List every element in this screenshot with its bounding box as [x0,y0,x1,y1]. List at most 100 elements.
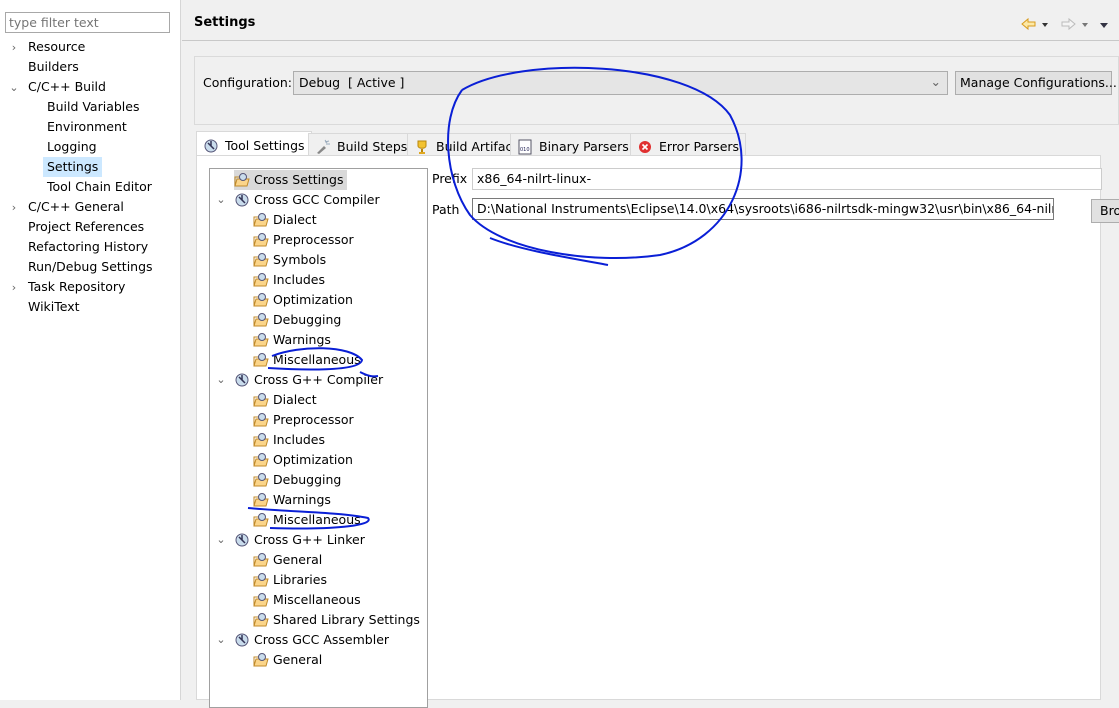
tree-item[interactable]: Warnings [253,330,331,350]
tree-item[interactable]: Preprocessor [253,230,354,250]
tab-build-steps[interactable]: Build Steps [308,133,415,156]
tree-item[interactable]: Optimization [253,450,353,470]
tree-item[interactable]: Cross GCC Compiler [234,190,380,210]
option-folder-icon [253,572,269,588]
build-steps-icon [315,139,331,155]
tree-item[interactable]: Miscellaneous [253,590,361,610]
path-label: Path [432,202,460,217]
tree-item-label: General [273,552,323,567]
chevron-down-icon[interactable]: ⌄ [8,81,20,94]
sidebar-item[interactable]: Builders [28,57,79,77]
tree-item[interactable]: Miscellaneous [253,350,361,370]
option-folder-icon [253,252,269,268]
tree-item[interactable]: Libraries [253,570,327,590]
tree-item[interactable]: Cross Settings [234,170,347,190]
view-menu-icon[interactable] [1100,23,1108,28]
tree-item-label: Includes [273,272,326,287]
option-folder-icon [253,272,269,288]
tree-item-label: Shared Library Settings [273,612,420,627]
tree-item-label: Cross G++ Linker [254,532,365,547]
manage-configurations-button[interactable]: Manage Configurations... [955,71,1117,95]
tab-tool-settings[interactable]: Tool Settings [196,131,312,156]
back-dropdown-icon[interactable] [1042,23,1048,27]
tree-item[interactable]: Optimization [253,290,353,310]
path-input[interactable]: D:\National Instruments\Eclipse\14.0\x64… [472,198,1054,220]
sidebar-item[interactable]: Build Variables [47,97,139,117]
chevron-down-icon[interactable]: ⌄ [215,373,227,386]
chevron-down-icon[interactable]: ⌄ [215,193,227,206]
chevron-down-icon: ⌄ [930,74,941,89]
tree-item-label: Includes [273,432,326,447]
tree-item[interactable]: Cross GCC Assembler [234,630,389,650]
tool-settings-icon [203,138,219,154]
configuration-value: Debug [ Active ] [299,75,405,90]
tool-icon [234,192,250,208]
tree-item[interactable]: General [253,550,322,570]
sidebar-item[interactable]: C/C++ Build [28,77,106,97]
tree-item[interactable]: Cross G++ Linker [234,530,365,550]
tab-label: Build Steps [337,139,408,154]
forward-arrow-icon[interactable] [1061,17,1076,31]
tree-item[interactable]: Preprocessor [253,410,354,430]
tree-item-label: Preprocessor [273,232,354,247]
tree-item[interactable]: Includes [253,270,325,290]
chevron-right-icon[interactable]: › [8,41,20,54]
sidebar-item[interactable]: Environment [47,117,127,137]
tool-tree[interactable]: Cross Settings ⌄ Cross GCC Compiler Dialect… [209,168,428,708]
tree-item[interactable]: Dialect [253,390,317,410]
history-nav [1021,17,1108,31]
tab-build-artifact[interactable]: Build Artifact [407,133,525,156]
configuration-select[interactable]: Debug [ Active ] ⌄ [293,71,948,95]
browse-button[interactable]: Bro [1091,199,1119,223]
tree-item-label: Optimization [273,452,353,467]
tree-item[interactable]: Shared Library Settings [253,610,420,630]
chevron-down-icon[interactable]: ⌄ [215,533,227,546]
option-folder-icon [253,512,269,528]
error-icon [637,139,653,155]
tree-item[interactable]: Cross G++ Compiler [234,370,383,390]
sidebar-item[interactable]: Run/Debug Settings [28,257,153,277]
chevron-right-icon[interactable]: › [8,281,20,294]
chevron-down-icon[interactable]: ⌄ [215,633,227,646]
tree-item[interactable]: Includes [253,430,325,450]
sidebar-item[interactable]: WikiText [28,297,80,317]
tree-item[interactable]: Symbols [253,250,326,270]
back-arrow-icon[interactable] [1021,17,1036,31]
tree-item-label: Dialect [273,392,317,407]
configuration-label: Configuration: [203,75,292,90]
forward-dropdown-icon[interactable] [1082,23,1088,27]
prefix-label: Prefix [432,171,468,186]
tree-item-label: Miscellaneous [273,592,361,607]
sidebar-item[interactable]: Task Repository [28,277,125,297]
sidebar-item[interactable]: Tool Chain Editor [47,177,152,197]
prefix-input[interactable]: x86_64-nilrt-linux- [472,168,1102,190]
tab-binary-parsers[interactable]: 010 Binary Parsers [510,133,636,156]
tree-item-label: Miscellaneous [273,352,361,367]
tab-label: Build Artifact [436,139,518,154]
binary-icon: 010 [517,139,533,155]
tree-item[interactable]: Debugging [253,310,341,330]
sidebar-item[interactable]: Refactoring History [28,237,148,257]
sidebar-item[interactable]: Logging [47,137,97,157]
tree-item[interactable]: Warnings [253,490,331,510]
filter-input[interactable] [5,12,170,33]
option-folder-icon [253,232,269,248]
tree-item-label: Cross GCC Assembler [254,632,390,647]
tab-error-parsers[interactable]: Error Parsers [630,133,747,156]
tree-item[interactable]: Miscellaneous [253,510,361,530]
chevron-right-icon[interactable]: › [8,201,20,214]
option-folder-icon [253,352,269,368]
option-folder-icon [253,612,269,628]
tree-item-label: Warnings [273,332,331,347]
sidebar-item[interactable]: Resource [28,37,85,57]
tool-icon [234,632,250,648]
option-folder-icon [253,392,269,408]
tree-item[interactable]: Dialect [253,210,317,230]
sidebar-item[interactable]: C/C++ General [28,197,124,217]
sidebar-item[interactable]: Project References [28,217,144,237]
sidebar-item[interactable]: Settings [43,157,103,177]
tree-item-label: General [273,652,323,667]
tree-item[interactable]: Debugging [253,470,341,490]
tree-item[interactable]: General [253,650,322,670]
option-folder-icon [234,172,250,188]
